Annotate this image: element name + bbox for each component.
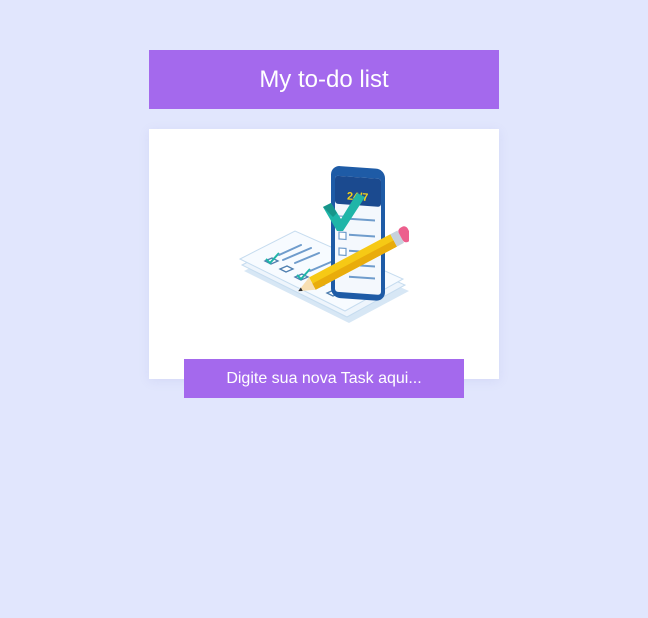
page-header: My to-do list [149,50,499,109]
illustration-card: 24/7 [149,129,499,379]
page-title: My to-do list [259,65,389,93]
todo-checklist-icon: 24/7 [239,166,409,323]
new-task-input[interactable] [184,359,464,398]
